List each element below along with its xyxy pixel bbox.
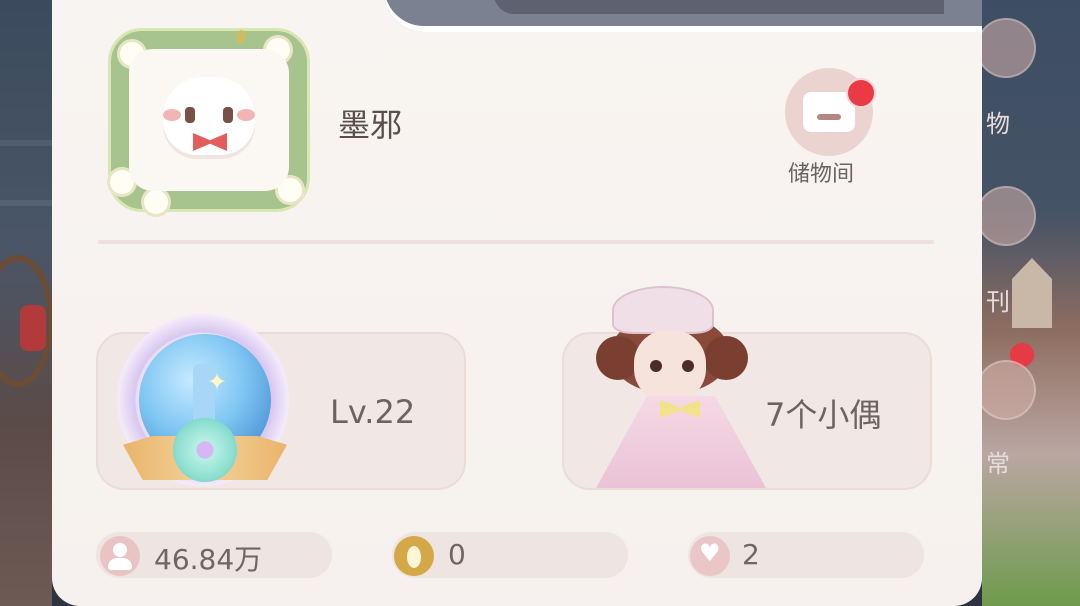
doll-figure-image: [590, 284, 770, 488]
fans-count: 46.84万: [154, 543, 263, 576]
username: 墨邪: [338, 106, 403, 144]
footprint-icon: [394, 536, 434, 576]
nav-label-daily: 常: [986, 450, 1010, 478]
footprints-count: 0: [448, 538, 466, 571]
nav-circle-magazine[interactable]: [976, 186, 1036, 246]
background-left-scene: [0, 0, 54, 606]
heart-icon: [690, 536, 730, 576]
friend-icon: [100, 536, 140, 576]
dolls-count: 7个小偶: [765, 396, 882, 434]
nav-circle-items[interactable]: [976, 18, 1036, 78]
level-badge-icon: ✦: [115, 308, 295, 498]
background-red-object: [20, 305, 46, 351]
crown-icon: ♛: [233, 27, 250, 48]
divider: [98, 240, 934, 244]
likes-count: 2: [742, 538, 760, 571]
background-right-scene: 物 刊 常: [976, 0, 1080, 606]
nav-label-items: 物: [986, 110, 1010, 138]
top-banner-image: [384, 0, 982, 32]
level-value: Lv.22: [330, 393, 416, 431]
avatar-face-image: [163, 77, 255, 155]
storage-notification-dot: [846, 78, 876, 108]
background-house: [1012, 258, 1052, 328]
nav-circle-daily[interactable]: [976, 360, 1036, 420]
avatar[interactable]: ♛: [107, 27, 310, 217]
nav-label-magazine: 刊: [986, 288, 1010, 316]
storage-label: 储物间: [788, 162, 855, 187]
